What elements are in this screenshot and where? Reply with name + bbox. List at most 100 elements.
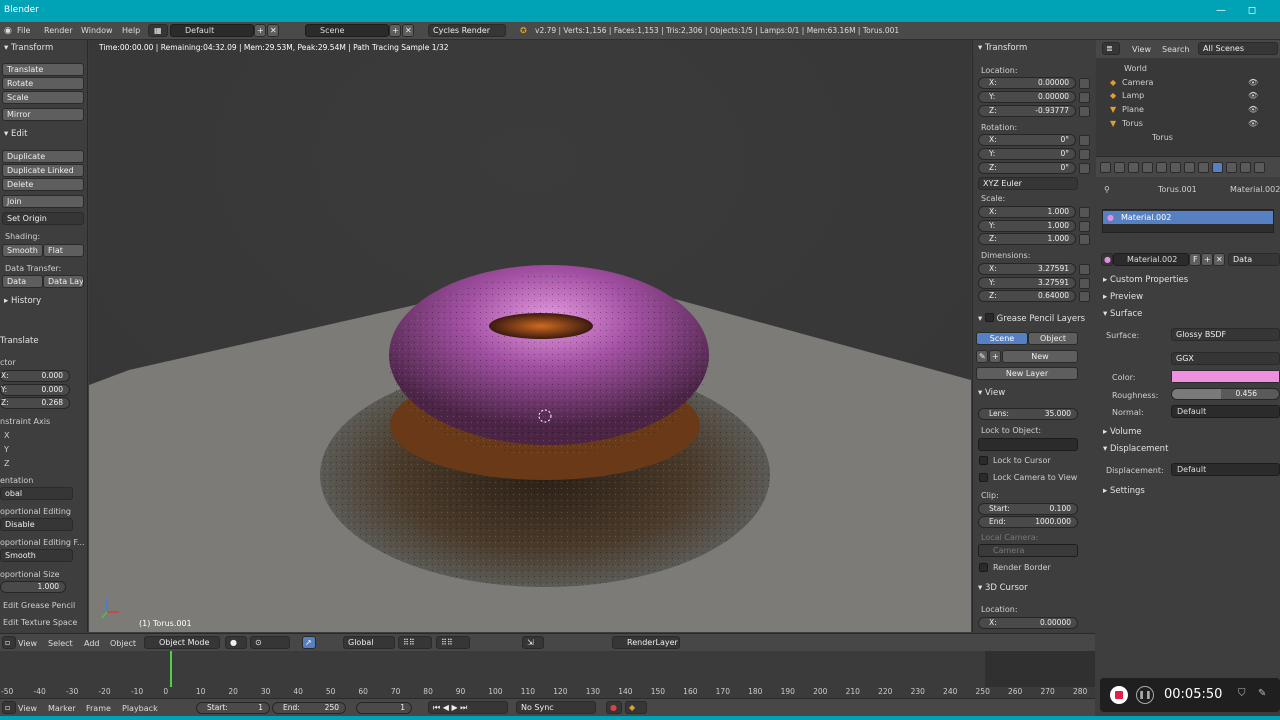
remove-scene-button[interactable]: ✕ [402, 24, 414, 37]
start-frame-field[interactable]: Start: 1 [196, 702, 270, 714]
transform-panel-header[interactable]: ▾ Transform [4, 43, 53, 53]
object-tab-icon[interactable] [1156, 162, 1167, 173]
falloff-select[interactable]: Smooth [0, 549, 73, 562]
pin-icon[interactable]: ⚲ [1104, 185, 1110, 194]
physics-tab-icon[interactable] [1254, 162, 1265, 173]
3d-viewport[interactable]: Time:00:00.00 | Remaining:04:32.09 | Mem… [89, 40, 971, 632]
n-transform-header[interactable]: ▾ Transform [978, 43, 1027, 53]
data-button[interactable]: Data [2, 275, 43, 288]
lock-icon[interactable] [1079, 278, 1090, 289]
orientation-select[interactable]: obal [0, 487, 73, 500]
shield-icon[interactable]: ⛉ [1238, 688, 1246, 699]
outliner-item[interactable]: Camera [1122, 78, 1153, 87]
normal-field[interactable]: Default [1171, 405, 1280, 418]
clip-end-field[interactable]: End: 1000.000 [978, 516, 1078, 528]
stop-record-button[interactable] [1110, 686, 1128, 704]
layout-field[interactable]: Default [170, 24, 254, 37]
visibility-eye-icon[interactable]: 👁 [1248, 91, 1258, 100]
frame-menu[interactable]: Frame [86, 704, 111, 713]
add-scene-button[interactable]: + [389, 24, 401, 37]
manipulator-icon[interactable]: ↗ [302, 636, 316, 649]
layers-grid-icon[interactable]: ⠿⠿ [398, 636, 432, 649]
rot-x-field[interactable]: X: 0° [978, 134, 1076, 146]
loc-z-field[interactable]: Z: -0.93777 [978, 105, 1076, 117]
sync-select[interactable]: No Sync [516, 701, 596, 714]
menu-window[interactable]: Window [81, 26, 113, 35]
duplicate-linked-button[interactable]: Duplicate Linked [2, 164, 84, 177]
outliner-item[interactable]: Plane [1122, 105, 1144, 114]
render-border-checkbox[interactable] [979, 563, 988, 572]
distribution-select[interactable]: GGX [1171, 352, 1280, 365]
cursor-panel-header[interactable]: ▾ 3D Cursor [978, 583, 1028, 593]
lock-icon[interactable] [1079, 221, 1090, 232]
settings-header[interactable]: ▸ Settings [1103, 486, 1145, 496]
record-icon[interactable]: ● [606, 701, 622, 714]
add-layout-button[interactable]: + [254, 24, 266, 37]
pivot-icon[interactable]: ⊙ [250, 636, 290, 649]
outliner-item[interactable]: Lamp [1122, 91, 1144, 100]
lock-icon[interactable] [1079, 234, 1090, 245]
material-name-field[interactable]: Material.002 [1113, 253, 1189, 266]
edit-texture-space[interactable]: Edit Texture Space [3, 618, 77, 627]
constraint-x[interactable]: X [4, 431, 9, 440]
proportional-select[interactable]: Disable [0, 518, 73, 531]
material-tab-icon[interactable] [1212, 162, 1223, 173]
new-material-button[interactable]: + [1201, 253, 1213, 266]
layout-icon[interactable]: ▦ [148, 24, 168, 37]
gp-object-tab[interactable]: Object [1028, 332, 1078, 345]
view-menu[interactable]: View [18, 639, 37, 648]
blender-logo-icon[interactable]: ◉ [4, 26, 12, 36]
link-select[interactable]: Data [1228, 253, 1280, 266]
minimize-button[interactable]: — [1209, 3, 1233, 19]
current-frame-field[interactable]: 1 [356, 702, 412, 714]
remove-layout-button[interactable]: ✕ [267, 24, 279, 37]
layers-grid-icon[interactable]: ⠿⠿ [436, 636, 470, 649]
op-y-field[interactable]: Y: 0.000 [0, 384, 70, 396]
outliner-view-menu[interactable]: View [1132, 45, 1151, 54]
data-layout-button[interactable]: Data Layo [43, 275, 84, 288]
set-origin-select[interactable]: Set Origin [2, 212, 84, 225]
add-menu[interactable]: Add [84, 639, 100, 648]
join-button[interactable]: Join [2, 195, 84, 208]
menu-file[interactable]: File [17, 26, 30, 35]
displacement-header[interactable]: ▾ Displacement [1103, 444, 1168, 454]
sc-y-field[interactable]: Y: 1.000 [978, 220, 1076, 232]
pencil-icon[interactable]: ✎ [976, 350, 988, 363]
edit-grease-pencil[interactable]: Edit Grease Pencil [3, 601, 75, 610]
dim-x-field[interactable]: X: 3.27591 [978, 263, 1076, 275]
scene-field[interactable]: Scene [305, 24, 389, 37]
playback-controls[interactable]: ⏮ ◀ ▶ ⏭ [428, 701, 508, 714]
lock-icon[interactable] [1079, 264, 1090, 275]
lock-icon[interactable] [1079, 149, 1090, 160]
roughness-slider[interactable]: 0.456 [1171, 388, 1280, 400]
duplicate-button[interactable]: Duplicate [2, 150, 84, 163]
maximize-button[interactable]: ◻ [1240, 3, 1264, 19]
menu-help[interactable]: Help [122, 26, 140, 35]
material-slot-list[interactable]: ● Material.002 [1102, 209, 1274, 233]
pause-icon[interactable]: ❚❚ [1136, 686, 1154, 704]
op-z-field[interactable]: Z: 0.268 [0, 397, 70, 409]
color-swatch[interactable] [1171, 370, 1280, 383]
mode-select[interactable]: Object Mode [144, 636, 220, 649]
object-menu[interactable]: Object [110, 639, 136, 648]
end-frame-field[interactable]: End: 250 [272, 702, 346, 714]
rotate-button[interactable]: Rotate [2, 77, 84, 90]
particles-tab-icon[interactable] [1240, 162, 1251, 173]
custom-properties-header[interactable]: ▸ Custom Properties [1103, 275, 1188, 285]
smooth-button[interactable]: Smooth [2, 244, 43, 257]
lock-icon[interactable] [1079, 106, 1090, 117]
shading-mode-icon[interactable]: ● [225, 636, 247, 649]
visibility-eye-icon[interactable]: 👁 [1248, 119, 1258, 128]
new-layer-button[interactable]: New Layer [976, 367, 1078, 380]
delete-button[interactable]: Delete [2, 178, 84, 191]
volume-header[interactable]: ▸ Volume [1103, 427, 1142, 437]
lock-object-field[interactable] [978, 438, 1078, 451]
lock-icon[interactable] [1079, 163, 1090, 174]
gp-new-button[interactable]: New [1002, 350, 1078, 363]
lens-field[interactable]: Lens: 35.000 [978, 408, 1078, 420]
view-panel-header[interactable]: ▾ View [978, 388, 1005, 398]
render-layer-field[interactable]: RenderLayer [612, 636, 680, 649]
gp-layers-header[interactable]: ▾ Grease Pencil Layers [978, 312, 1085, 324]
lock-camera-checkbox[interactable] [979, 473, 988, 482]
lock-icon[interactable] [1079, 135, 1090, 146]
